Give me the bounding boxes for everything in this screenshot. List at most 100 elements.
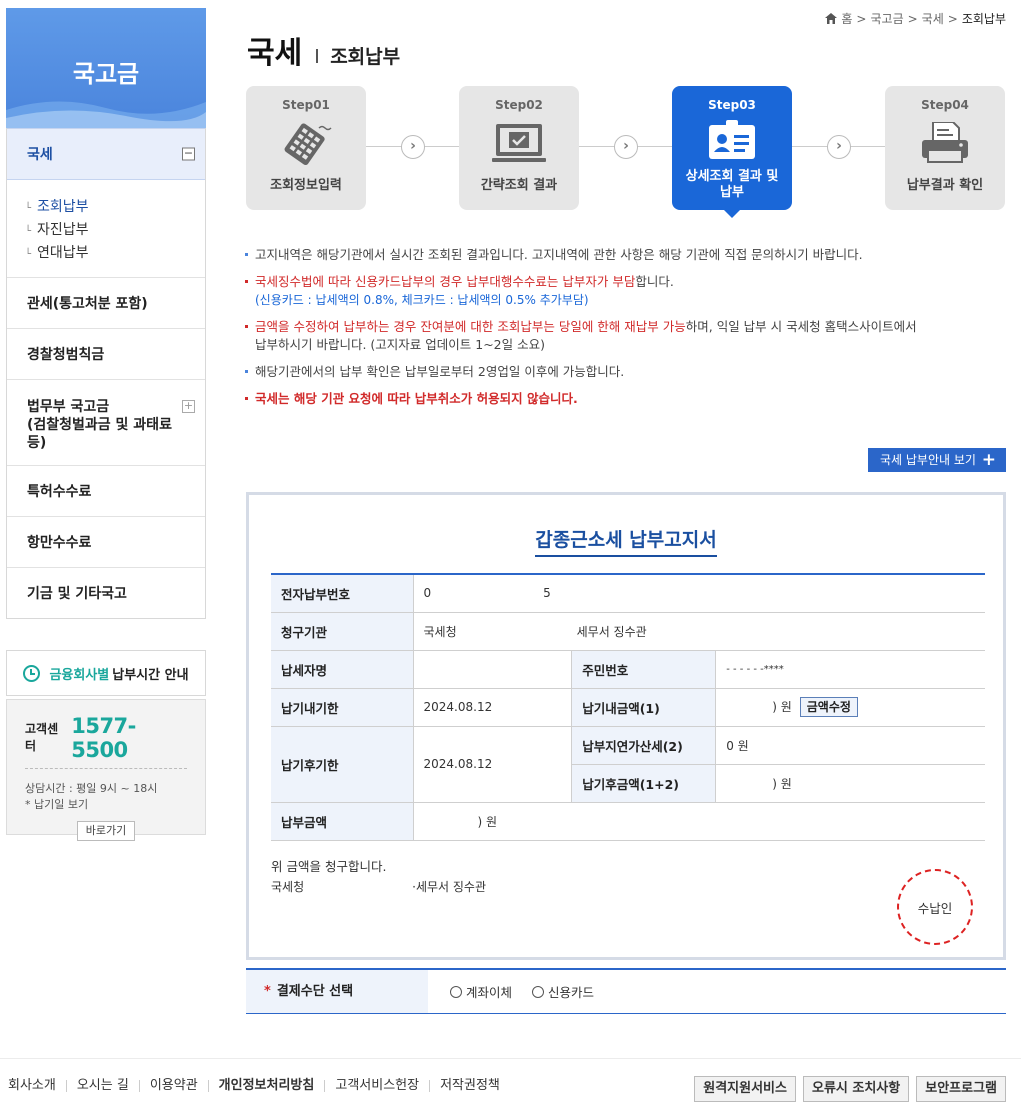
step-4: Step04 납부결과 확인 (885, 86, 1005, 210)
sidebar-item-justice[interactable]: 법무부 국고금 (검찰청벌과금 및 과태료 등) + (7, 379, 205, 465)
monitor-check-icon (492, 124, 546, 162)
sidebar-item-label: 항만수수료 (27, 535, 92, 551)
radio-label: 신용카드 (548, 985, 595, 1000)
label-agency: 청구기관 (271, 612, 414, 651)
bill-title: 갑종근소세 납부고지서 (249, 525, 1003, 557)
e-num-part: 5 (543, 586, 551, 601)
sidebar-item-label: 경찰청범칙금 (27, 347, 105, 363)
sidebar: 국고금 국세 − 조회납부 자진납부 연대납부 관세(통고처분 포함) 경찰청범… (6, 8, 206, 619)
radio-bank-transfer[interactable]: 계좌이체 (450, 982, 512, 1001)
submenu-item-inquiry-payment[interactable]: 조회납부 (25, 196, 185, 219)
footer-link-directions[interactable]: 오시는 길 (65, 1079, 139, 1092)
label-rrn: 주민번호 (571, 650, 717, 689)
customer-center: 고객센터 1577-5500 상담시간 : 평일 9시 ~ 18시 * 납기일 … (6, 699, 206, 841)
wave-decoration (6, 101, 206, 128)
payment-time-link[interactable]: 금융회사별 납부시간 안내 (6, 650, 206, 696)
time-link-text: 납부시간 안내 (112, 667, 189, 683)
tax-bill: 갑종근소세 납부고지서 전자납부번호 05 청구기관 국세청 세무서 징수관 납세… (246, 492, 1006, 960)
printer-icon (922, 122, 968, 163)
edit-amount-button[interactable]: 금액수정 (799, 697, 858, 717)
notice-text-red: 국세는 해당 기관 요청에 따라 납부취소가 허용되지 않습니다. (255, 391, 578, 406)
page-title-sub: 조회납부 (330, 46, 401, 68)
breadcrumb-item[interactable]: 국세 (922, 10, 944, 27)
step-label: 납부결과 확인 (906, 178, 984, 193)
table-row: 납기후기한 2024.08.12 납부지연가산세(2) 0 원 (271, 726, 985, 803)
remote-support-button[interactable]: 원격지원서비스 (694, 1076, 796, 1102)
label-after-amount: 납기후금액(1+2) (571, 764, 717, 803)
table-row: 청구기관 국세청 세무서 징수관 (271, 612, 985, 651)
keypad-icon (284, 123, 332, 166)
bill-title-text: 갑종근소세 납부고지서 (535, 529, 717, 557)
clock-icon (23, 664, 41, 682)
table-row: 전자납부번호 05 (271, 574, 985, 613)
sidebar-item-customs[interactable]: 관세(통고처분 포함) (7, 277, 205, 328)
bill-table: 전자납부번호 05 청구기관 국세청 세무서 징수관 납세자명 주민번호 - - … (271, 573, 985, 841)
step-number: Step04 (921, 98, 969, 112)
tax-guide-button[interactable]: 국세 납부안내 보기 + (868, 448, 1006, 472)
security-program-button[interactable]: 보안프로그램 (916, 1076, 1006, 1102)
notice-item: 해당기관에서의 납부 확인은 납부일로부터 2영업일 이후에 가능합니다. (245, 363, 1005, 381)
sidebar-item-national-tax[interactable]: 국세 − (7, 128, 205, 180)
value-e-num: 05 (413, 574, 985, 613)
footer-link-privacy[interactable]: 개인정보처리방침 (207, 1079, 325, 1092)
sidebar-item-fund[interactable]: 기금 및 기타국고 (7, 567, 205, 618)
notice-text: 고지내역은 해당기관에서 실시간 조회된 결과입니다. 고지내역에 관한 사항은… (255, 247, 863, 262)
sidebar-item-port[interactable]: 항만수수료 (7, 516, 205, 567)
sidebar-item-label: 법무부 국고금 (검찰청벌과금 및 과태료 등) (27, 399, 172, 451)
step-number: Step01 (282, 98, 330, 112)
value-pay-amount: ) 원 (413, 802, 985, 841)
step-indicator: Step01 조회정보입력 › Step02 간략조회 결과 › Step03 … (246, 86, 1006, 218)
bill-footer-org: 국세청 (271, 880, 305, 894)
label-late-fee: 납부지연가산세(2) (571, 726, 717, 765)
footer-links: 회사소개 오시는 길 이용약관 개인정보처리방침 고객서비스헌장 저작권정책 (8, 1079, 510, 1092)
breadcrumb-item[interactable]: 국고금 (870, 10, 903, 27)
step-3-active: Step03 상세조회 결과 및 납부 (672, 86, 792, 218)
step-number: Step02 (495, 98, 543, 112)
agency-name: 국세청 (423, 624, 457, 639)
footer-link-about[interactable]: 회사소개 (8, 1079, 66, 1092)
notice-text: 합니다. (635, 274, 674, 289)
error-help-button[interactable]: 오류시 조치사항 (802, 1076, 910, 1102)
page-title: 국세 조회납부 (247, 28, 400, 72)
shortcut-button[interactable]: 바로가기 (77, 821, 135, 841)
cs-hours: 상담시간 : 평일 9시 ~ 18시 (25, 782, 158, 795)
id-card-icon (709, 120, 755, 159)
label-payer: 납세자명 (271, 650, 414, 689)
chevron-right-icon: › (827, 135, 851, 159)
notice-item: 금액을 수정하여 납부하는 경우 잔여분에 대한 조회납부는 당일에 한해 재납… (245, 318, 1005, 354)
collapse-icon[interactable]: − (182, 147, 195, 161)
sidebar-item-label: 국세 (27, 147, 53, 163)
time-link-highlight: 금융회사별 (49, 667, 110, 683)
radio-icon[interactable] (532, 985, 545, 998)
notice-item: 국세는 해당 기관 요청에 따라 납부취소가 허용되지 않습니다. (245, 390, 1005, 408)
table-row: 납부금액 ) 원 (271, 802, 985, 841)
sidebar-menu: 국세 − 조회납부 자진납부 연대납부 관세(통고처분 포함) 경찰청범칙금 법… (6, 128, 206, 619)
label-after-due: 납기후기한 (271, 726, 414, 803)
value-after-amount: ) 원 (715, 764, 985, 803)
sidebar-item-patent[interactable]: 특허수수료 (7, 465, 205, 516)
footer-link-copyright[interactable]: 저작권정책 (429, 1079, 510, 1092)
notice-text: 하며, 익일 납부 시 국세청 홈택스사이트에서 (685, 319, 917, 334)
notice-item: 고지내역은 해당기관에서 실시간 조회된 결과입니다. 고지내역에 관한 사항은… (245, 246, 1005, 264)
footer-link-charter[interactable]: 고객서비스헌장 (324, 1079, 429, 1092)
sidebar-item-label: 기금 및 기타국고 (27, 586, 127, 602)
footer-link-terms[interactable]: 이용약관 (138, 1079, 208, 1092)
value-due-amount: ) 원 금액수정 (715, 688, 985, 727)
radio-credit-card[interactable]: 신용카드 (532, 982, 594, 1001)
step-2: Step02 간략조회 결과 (459, 86, 579, 210)
plus-icon: + (981, 450, 996, 470)
cs-label: 고객센터 (25, 722, 59, 753)
step-number: Step03 (708, 98, 756, 112)
radio-icon[interactable] (450, 985, 462, 998)
submenu-item-self-payment[interactable]: 자진납부 (25, 219, 185, 242)
submenu-item-joint-payment[interactable]: 연대납부 (25, 242, 185, 265)
stamp-text: 수납인 (911, 897, 959, 917)
sidebar-item-police-fine[interactable]: 경찰청범칙금 (7, 328, 205, 379)
expand-icon[interactable]: + (182, 400, 195, 413)
radio-label: 계좌이체 (466, 985, 513, 1000)
value-due-date: 2024.08.12 (413, 688, 572, 727)
value-rrn: - - - - - -**** (715, 650, 985, 689)
breadcrumb-home[interactable]: 홈 (841, 10, 852, 27)
receipt-stamp: 수납인 (897, 869, 973, 945)
step-label: 상세조회 결과 및 납부 (685, 169, 779, 200)
